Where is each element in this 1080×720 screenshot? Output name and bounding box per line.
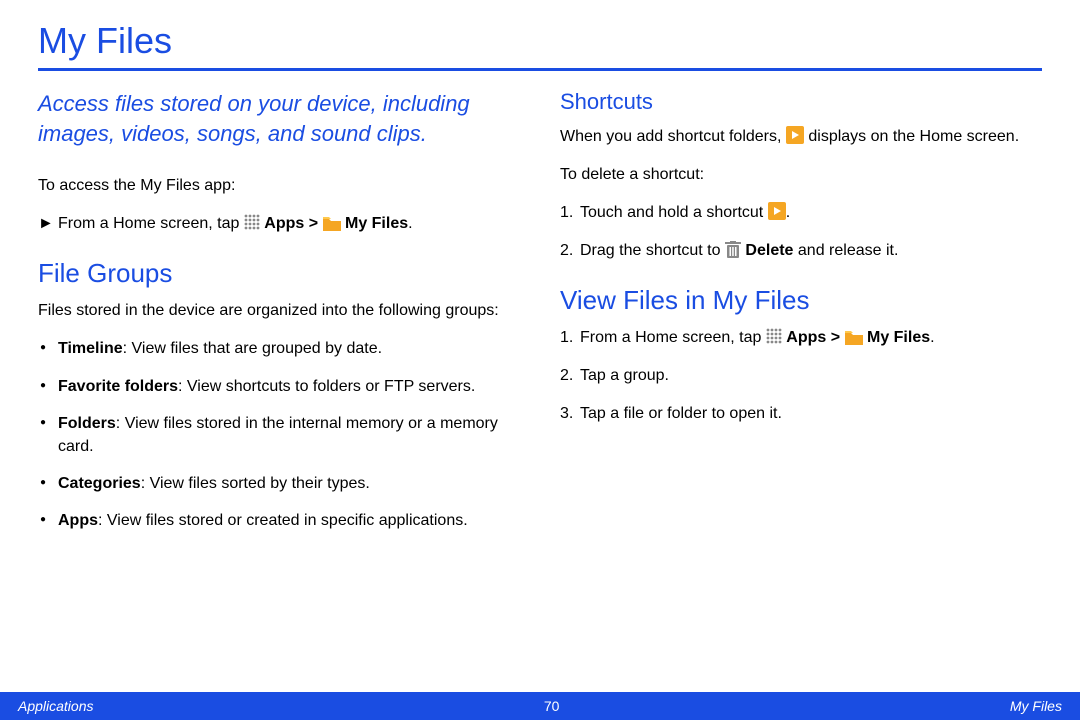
step2a: Drag the shortcut to [580, 242, 725, 259]
gt-sep-1: > [304, 215, 322, 232]
apps-grid-icon [766, 328, 782, 344]
apps-grid-icon [244, 214, 260, 230]
trash-icon [725, 241, 741, 259]
list-item: Drag the shortcut to Delete and release … [580, 239, 1042, 263]
period-2: . [786, 204, 790, 221]
apps-label-2: Apps [786, 329, 826, 346]
intro-text: Access files stored on your device, incl… [38, 89, 520, 148]
shortcuts-heading: Shortcuts [560, 89, 1042, 115]
footer-right: My Files [1010, 698, 1062, 714]
desc: : View files sorted by their types. [141, 475, 370, 492]
file-groups-heading: File Groups [38, 258, 520, 289]
list-item: Folders: View files stored in the intern… [58, 412, 520, 458]
list-item: Tap a file or folder to open it. [580, 402, 1042, 426]
view-files-heading: View Files in My Files [560, 285, 1042, 316]
view-files-steps: From a Home screen, tap Apps > My Files.… [560, 326, 1042, 426]
file-groups-desc: Files stored in the device are organized… [38, 299, 520, 323]
right-column: Shortcuts When you add shortcut folders,… [560, 89, 1042, 547]
shortcuts-steps: Touch and hold a shortcut . Drag the sho… [560, 201, 1042, 263]
term: Folders [58, 415, 116, 432]
file-groups-list: Timeline: View files that are grouped by… [38, 337, 520, 532]
list-item: Tap a group. [580, 364, 1042, 388]
shortcuts-line1a: When you add shortcut folders, [560, 128, 786, 145]
shortcuts-line1b: displays on the Home screen. [808, 128, 1019, 145]
gt-sep-2: > [826, 329, 844, 346]
list-item: From a Home screen, tap Apps > My Files. [580, 326, 1042, 350]
footer-left: Applications [18, 698, 94, 714]
page-title: My Files [38, 20, 1042, 62]
vf-step3: Tap a file or folder to open it. [580, 405, 782, 422]
list-item: Touch and hold a shortcut . [580, 201, 1042, 225]
shortcuts-delete-label: To delete a shortcut: [560, 163, 1042, 187]
myfiles-label-2: My Files [867, 329, 930, 346]
folder-icon [323, 215, 341, 229]
vf-step1-prefix: From a Home screen, tap [580, 329, 766, 346]
list-item: Categories: View files sorted by their t… [58, 472, 520, 495]
list-item: Favorite folders: View shortcuts to fold… [58, 375, 520, 398]
list-item: Timeline: View files that are grouped by… [58, 337, 520, 360]
period-1: . [408, 215, 412, 232]
folder-icon [845, 329, 863, 343]
access-step: ► From a Home screen, tap Apps > My File… [38, 212, 520, 236]
title-rule [38, 68, 1042, 71]
access-step-prefix: From a Home screen, tap [58, 215, 244, 232]
triangle-icon: ► [38, 212, 54, 236]
left-column: Access files stored on your device, incl… [38, 89, 520, 547]
term: Timeline [58, 340, 123, 357]
page-footer: Applications 70 My Files [0, 692, 1080, 720]
access-label: To access the My Files app: [38, 174, 520, 198]
desc: : View files stored or created in specif… [98, 512, 468, 529]
desc: : View files stored in the internal memo… [58, 415, 498, 455]
period-3: . [930, 329, 934, 346]
term: Favorite folders [58, 378, 178, 395]
desc: : View files that are grouped by date. [123, 340, 382, 357]
apps-label: Apps [264, 215, 304, 232]
term: Apps [58, 512, 98, 529]
vf-step2: Tap a group. [580, 367, 669, 384]
shortcut-folder-icon [786, 126, 804, 144]
shortcuts-line1: When you add shortcut folders, displays … [560, 125, 1042, 149]
step2c: and release it. [793, 242, 898, 259]
footer-page-number: 70 [544, 698, 560, 714]
myfiles-label: My Files [345, 215, 408, 232]
desc: : View shortcuts to folders or FTP serve… [178, 378, 475, 395]
list-item: Apps: View files stored or created in sp… [58, 509, 520, 532]
step2b: Delete [745, 242, 793, 259]
term: Categories [58, 475, 141, 492]
step1-text: Touch and hold a shortcut [580, 204, 768, 221]
shortcut-folder-icon [768, 202, 786, 220]
